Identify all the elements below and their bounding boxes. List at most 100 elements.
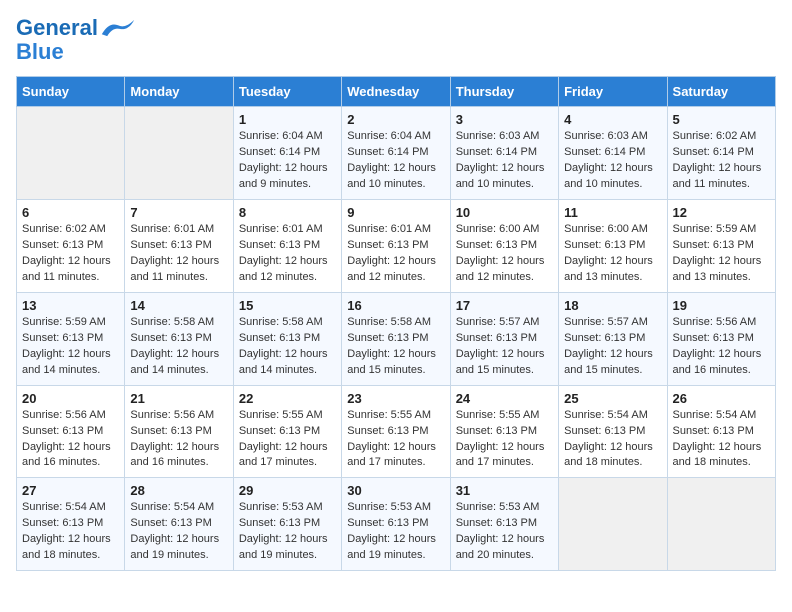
calendar-cell: 7Sunrise: 6:01 AM Sunset: 6:13 PM Daylig…: [125, 200, 233, 293]
day-number: 9: [347, 205, 444, 220]
calendar-cell: 23 Sunrise: 5:55 AM Sunset: 6:13 PM Dayli…: [342, 385, 450, 478]
calendar-cell: 11 Sunrise: 6:00 AM Sunset: 6:13 PM Dayli…: [559, 200, 667, 293]
day-info: Sunrise: 5:55 AM Sunset: 6:13 PM Dayligh…: [239, 408, 336, 472]
calendar-cell: 6Sunrise: 6:02 AM Sunset: 6:13 PM Daylig…: [17, 200, 125, 293]
day-number: 31: [456, 483, 553, 498]
day-info: Sunrise: 5:57 AM Sunset: 6:13 PM Dayligh…: [456, 315, 553, 379]
day-number: 11: [564, 205, 661, 220]
calendar-cell: 18 Sunrise: 5:57 AM Sunset: 6:13 PM Dayli…: [559, 292, 667, 385]
day-info: Sunrise: 5:53 AM Sunset: 6:13 PM Dayligh…: [456, 500, 553, 564]
day-info: Sunrise: 5:53 AM Sunset: 6:13 PM Dayligh…: [347, 500, 444, 564]
day-number: 17: [456, 298, 553, 313]
calendar-cell: 25 Sunrise: 5:54 AM Sunset: 6:13 PM Dayli…: [559, 385, 667, 478]
calendar-cell: 31 Sunrise: 5:53 AM Sunset: 6:13 PM Dayli…: [450, 478, 558, 571]
day-info: Sunrise: 6:02 AM Sunset: 6:14 PM Dayligh…: [673, 129, 770, 193]
calendar-cell: 20 Sunrise: 5:56 AM Sunset: 6:13 PM Dayli…: [17, 385, 125, 478]
day-info: Sunrise: 5:59 AM Sunset: 6:13 PM Dayligh…: [673, 222, 770, 286]
calendar-cell: [559, 478, 667, 571]
day-info: Sunrise: 6:01 AM Sunset: 6:13 PM Dayligh…: [347, 222, 444, 286]
calendar-week-row: 6Sunrise: 6:02 AM Sunset: 6:13 PM Daylig…: [17, 200, 776, 293]
calendar-cell: 17 Sunrise: 5:57 AM Sunset: 6:13 PM Dayli…: [450, 292, 558, 385]
weekday-header-row: SundayMondayTuesdayWednesdayThursdayFrid…: [17, 77, 776, 107]
calendar-week-row: 1 Sunrise: 6:04 AM Sunset: 6:14 PM Daylig…: [17, 107, 776, 200]
calendar-cell: 14Sunrise: 5:58 AM Sunset: 6:13 PM Dayli…: [125, 292, 233, 385]
day-number: 27: [22, 483, 119, 498]
calendar-cell: 21 Sunrise: 5:56 AM Sunset: 6:13 PM Dayli…: [125, 385, 233, 478]
page-header: General Blue: [16, 16, 776, 64]
logo-bird-icon: [100, 18, 136, 38]
day-number: 4: [564, 112, 661, 127]
day-info: Sunrise: 5:56 AM Sunset: 6:13 PM Dayligh…: [22, 408, 119, 472]
logo: General Blue: [16, 16, 136, 64]
calendar-table: SundayMondayTuesdayWednesdayThursdayFrid…: [16, 76, 776, 571]
calendar-cell: 10 Sunrise: 6:00 AM Sunset: 6:13 PM Dayli…: [450, 200, 558, 293]
weekday-header-friday: Friday: [559, 77, 667, 107]
day-info: Sunrise: 5:58 AM Sunset: 6:13 PM Dayligh…: [239, 315, 336, 379]
calendar-cell: 2 Sunrise: 6:04 AM Sunset: 6:14 PM Daylig…: [342, 107, 450, 200]
day-number: 15: [239, 298, 336, 313]
day-info: Sunrise: 6:01 AM Sunset: 6:13 PM Dayligh…: [130, 222, 227, 286]
day-number: 18: [564, 298, 661, 313]
day-number: 29: [239, 483, 336, 498]
calendar-cell: 16 Sunrise: 5:58 AM Sunset: 6:13 PM Dayli…: [342, 292, 450, 385]
day-number: 19: [673, 298, 770, 313]
day-number: 8: [239, 205, 336, 220]
day-number: 3: [456, 112, 553, 127]
day-number: 16: [347, 298, 444, 313]
day-info: Sunrise: 5:58 AM Sunset: 6:13 PM Dayligh…: [347, 315, 444, 379]
day-info: Sunrise: 6:00 AM Sunset: 6:13 PM Dayligh…: [456, 222, 553, 286]
day-info: Sunrise: 6:02 AM Sunset: 6:13 PM Dayligh…: [22, 222, 119, 286]
calendar-cell: 8Sunrise: 6:01 AM Sunset: 6:13 PM Daylig…: [233, 200, 341, 293]
day-number: 13: [22, 298, 119, 313]
page-container: General Blue SundayMondayTuesdayWednesda…: [0, 0, 792, 581]
calendar-cell: 15 Sunrise: 5:58 AM Sunset: 6:13 PM Dayli…: [233, 292, 341, 385]
day-info: Sunrise: 6:04 AM Sunset: 6:14 PM Dayligh…: [347, 129, 444, 193]
calendar-cell: 29 Sunrise: 5:53 AM Sunset: 6:13 PM Dayli…: [233, 478, 341, 571]
day-info: Sunrise: 5:54 AM Sunset: 6:13 PM Dayligh…: [564, 408, 661, 472]
weekday-header-saturday: Saturday: [667, 77, 775, 107]
calendar-cell: [17, 107, 125, 200]
day-info: Sunrise: 5:55 AM Sunset: 6:13 PM Dayligh…: [347, 408, 444, 472]
day-number: 28: [130, 483, 227, 498]
calendar-cell: 28 Sunrise: 5:54 AM Sunset: 6:13 PM Dayli…: [125, 478, 233, 571]
day-info: Sunrise: 5:54 AM Sunset: 6:13 PM Dayligh…: [673, 408, 770, 472]
weekday-header-wednesday: Wednesday: [342, 77, 450, 107]
calendar-cell: [667, 478, 775, 571]
day-info: Sunrise: 5:57 AM Sunset: 6:13 PM Dayligh…: [564, 315, 661, 379]
calendar-cell: 12 Sunrise: 5:59 AM Sunset: 6:13 PM Dayli…: [667, 200, 775, 293]
calendar-cell: 4 Sunrise: 6:03 AM Sunset: 6:14 PM Daylig…: [559, 107, 667, 200]
day-number: 12: [673, 205, 770, 220]
day-number: 30: [347, 483, 444, 498]
day-info: Sunrise: 6:03 AM Sunset: 6:14 PM Dayligh…: [456, 129, 553, 193]
calendar-cell: 13Sunrise: 5:59 AM Sunset: 6:13 PM Dayli…: [17, 292, 125, 385]
day-info: Sunrise: 5:56 AM Sunset: 6:13 PM Dayligh…: [130, 408, 227, 472]
calendar-cell: 30 Sunrise: 5:53 AM Sunset: 6:13 PM Dayli…: [342, 478, 450, 571]
day-number: 25: [564, 391, 661, 406]
day-info: Sunrise: 5:55 AM Sunset: 6:13 PM Dayligh…: [456, 408, 553, 472]
calendar-cell: 24Sunrise: 5:55 AM Sunset: 6:13 PM Dayli…: [450, 385, 558, 478]
weekday-header-monday: Monday: [125, 77, 233, 107]
day-number: 20: [22, 391, 119, 406]
weekday-header-sunday: Sunday: [17, 77, 125, 107]
day-number: 10: [456, 205, 553, 220]
weekday-header-thursday: Thursday: [450, 77, 558, 107]
logo-blue: Blue: [16, 40, 64, 64]
day-info: Sunrise: 5:54 AM Sunset: 6:13 PM Dayligh…: [22, 500, 119, 564]
calendar-week-row: 13Sunrise: 5:59 AM Sunset: 6:13 PM Dayli…: [17, 292, 776, 385]
day-info: Sunrise: 5:53 AM Sunset: 6:13 PM Dayligh…: [239, 500, 336, 564]
calendar-week-row: 20 Sunrise: 5:56 AM Sunset: 6:13 PM Dayli…: [17, 385, 776, 478]
day-info: Sunrise: 5:54 AM Sunset: 6:13 PM Dayligh…: [130, 500, 227, 564]
calendar-cell: 3 Sunrise: 6:03 AM Sunset: 6:14 PM Daylig…: [450, 107, 558, 200]
day-info: Sunrise: 6:00 AM Sunset: 6:13 PM Dayligh…: [564, 222, 661, 286]
day-number: 23: [347, 391, 444, 406]
day-info: Sunrise: 6:03 AM Sunset: 6:14 PM Dayligh…: [564, 129, 661, 193]
day-info: Sunrise: 5:58 AM Sunset: 6:13 PM Dayligh…: [130, 315, 227, 379]
day-number: 21: [130, 391, 227, 406]
logo-general: General: [16, 15, 98, 40]
day-number: 22: [239, 391, 336, 406]
calendar-cell: 9 Sunrise: 6:01 AM Sunset: 6:13 PM Daylig…: [342, 200, 450, 293]
day-number: 2: [347, 112, 444, 127]
calendar-cell: 22 Sunrise: 5:55 AM Sunset: 6:13 PM Dayli…: [233, 385, 341, 478]
logo-text: General: [16, 16, 98, 40]
day-number: 1: [239, 112, 336, 127]
